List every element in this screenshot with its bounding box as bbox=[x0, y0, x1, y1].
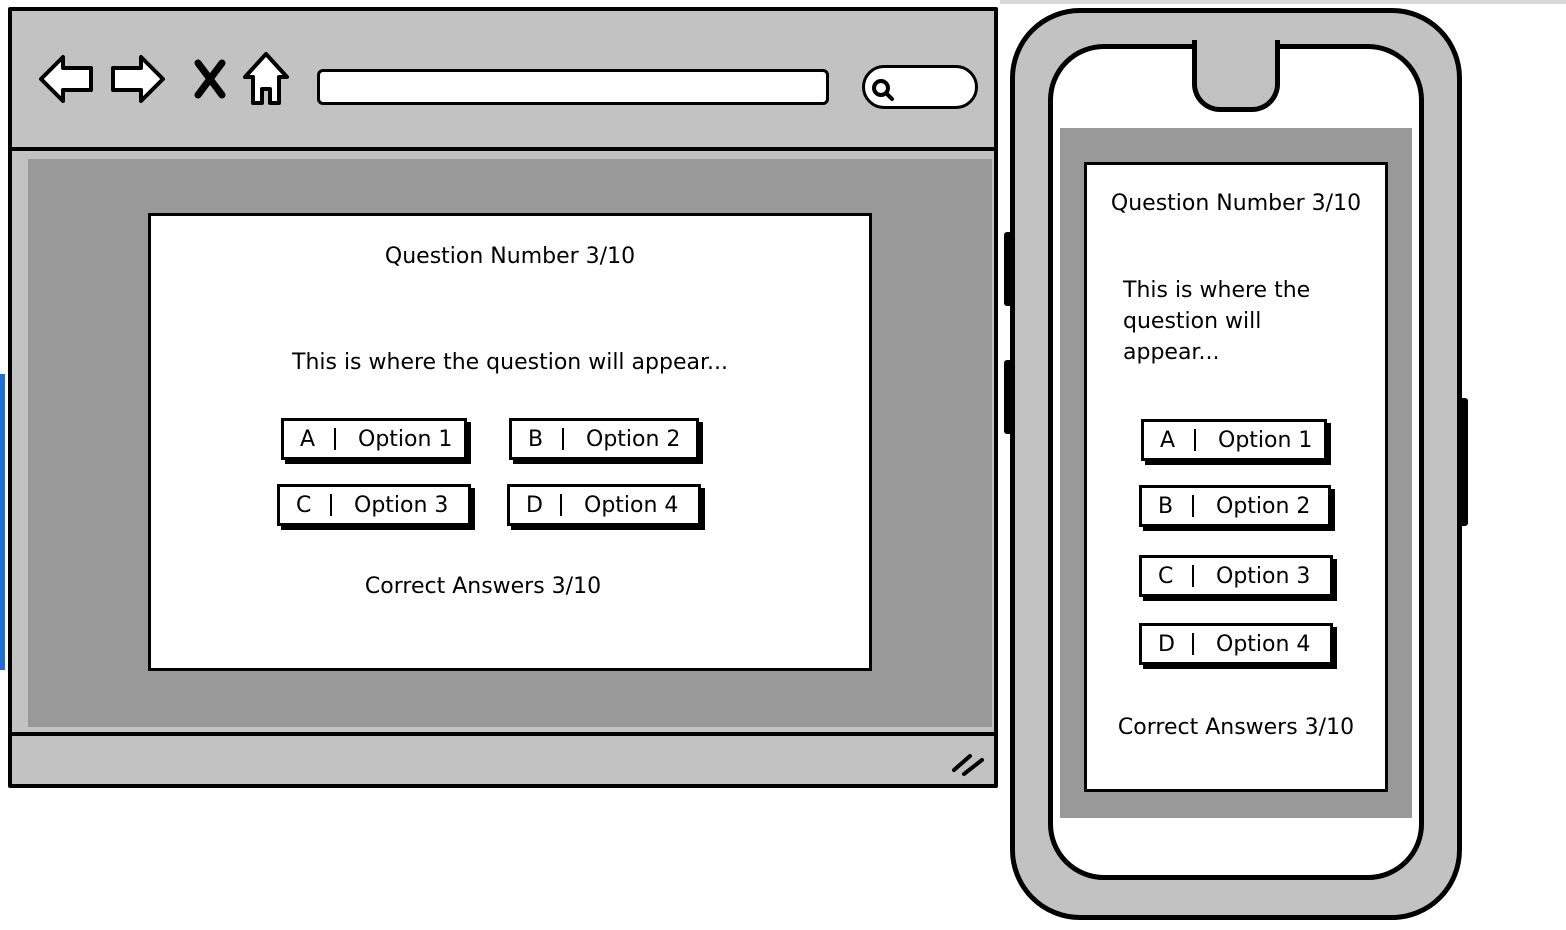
question-number: Question Number 3/10 bbox=[384, 244, 636, 269]
option-b-button[interactable]: B Option 2 bbox=[1139, 485, 1331, 527]
option-letter: C bbox=[1158, 563, 1174, 589]
option-label: Option 4 bbox=[584, 492, 679, 518]
quiz-card: Question Number 3/10 This is where the q… bbox=[148, 213, 872, 671]
option-label: Option 2 bbox=[586, 426, 681, 452]
option-letter: A bbox=[1160, 427, 1176, 453]
back-arrow-icon[interactable] bbox=[36, 51, 96, 107]
browser-viewport: Question Number 3/10 This is where the q… bbox=[28, 159, 992, 727]
separator bbox=[1192, 633, 1194, 655]
option-c-button[interactable]: C Option 3 bbox=[277, 484, 471, 526]
option-label: Option 3 bbox=[1216, 563, 1311, 589]
question-text: This is where the question will appear..… bbox=[292, 350, 728, 375]
separator bbox=[560, 494, 562, 516]
home-icon[interactable] bbox=[236, 51, 296, 107]
browser-statusbar bbox=[12, 732, 994, 784]
search-field[interactable] bbox=[862, 65, 978, 109]
separator bbox=[334, 428, 336, 450]
option-d-button[interactable]: D Option 4 bbox=[1139, 623, 1333, 665]
option-label: Option 1 bbox=[1218, 427, 1313, 453]
question-number: Question Number 3/10 bbox=[1110, 191, 1362, 216]
option-letter: D bbox=[526, 492, 543, 518]
correct-answers-count: Correct Answers 3/10 bbox=[1117, 715, 1355, 740]
left-accent-bar bbox=[0, 374, 5, 670]
browser-toolbar bbox=[12, 11, 994, 151]
correct-answers-count: Correct Answers 3/10 bbox=[364, 574, 602, 599]
browser-window: Question Number 3/10 This is where the q… bbox=[8, 7, 998, 788]
separator bbox=[1192, 495, 1194, 517]
question-text: This is where the question will appear..… bbox=[1123, 275, 1310, 368]
top-divider bbox=[1000, 0, 1566, 4]
option-d-button[interactable]: D Option 4 bbox=[507, 484, 701, 526]
phone-viewport: Question Number 3/10 This is where the q… bbox=[1060, 128, 1412, 818]
option-c-button[interactable]: C Option 3 bbox=[1139, 555, 1333, 597]
separator bbox=[562, 428, 564, 450]
option-label: Option 2 bbox=[1216, 493, 1311, 519]
close-icon[interactable] bbox=[182, 51, 238, 107]
option-label: Option 4 bbox=[1216, 631, 1311, 657]
question-text-line: appear... bbox=[1123, 340, 1220, 365]
option-letter: B bbox=[1158, 493, 1174, 519]
phone-notch bbox=[1192, 40, 1280, 112]
question-text-line: This is where the bbox=[1123, 278, 1311, 303]
option-letter: C bbox=[296, 492, 312, 518]
separator bbox=[330, 494, 332, 516]
option-letter: B bbox=[528, 426, 544, 452]
forward-arrow-icon[interactable] bbox=[108, 51, 168, 107]
option-a-button[interactable]: A Option 1 bbox=[281, 418, 467, 460]
search-icon bbox=[872, 79, 894, 101]
phone-quiz-card: Question Number 3/10 This is where the q… bbox=[1084, 162, 1388, 792]
option-label: Option 1 bbox=[358, 426, 453, 452]
option-letter: A bbox=[300, 426, 316, 452]
option-label: Option 3 bbox=[354, 492, 449, 518]
option-b-button[interactable]: B Option 2 bbox=[509, 418, 699, 460]
resize-grip-icon[interactable] bbox=[950, 748, 990, 778]
question-text-line: question will bbox=[1123, 309, 1262, 334]
option-letter: D bbox=[1158, 631, 1175, 657]
url-input[interactable] bbox=[317, 69, 829, 105]
separator bbox=[1194, 429, 1196, 451]
option-a-button[interactable]: A Option 1 bbox=[1141, 419, 1327, 461]
separator bbox=[1192, 565, 1194, 587]
